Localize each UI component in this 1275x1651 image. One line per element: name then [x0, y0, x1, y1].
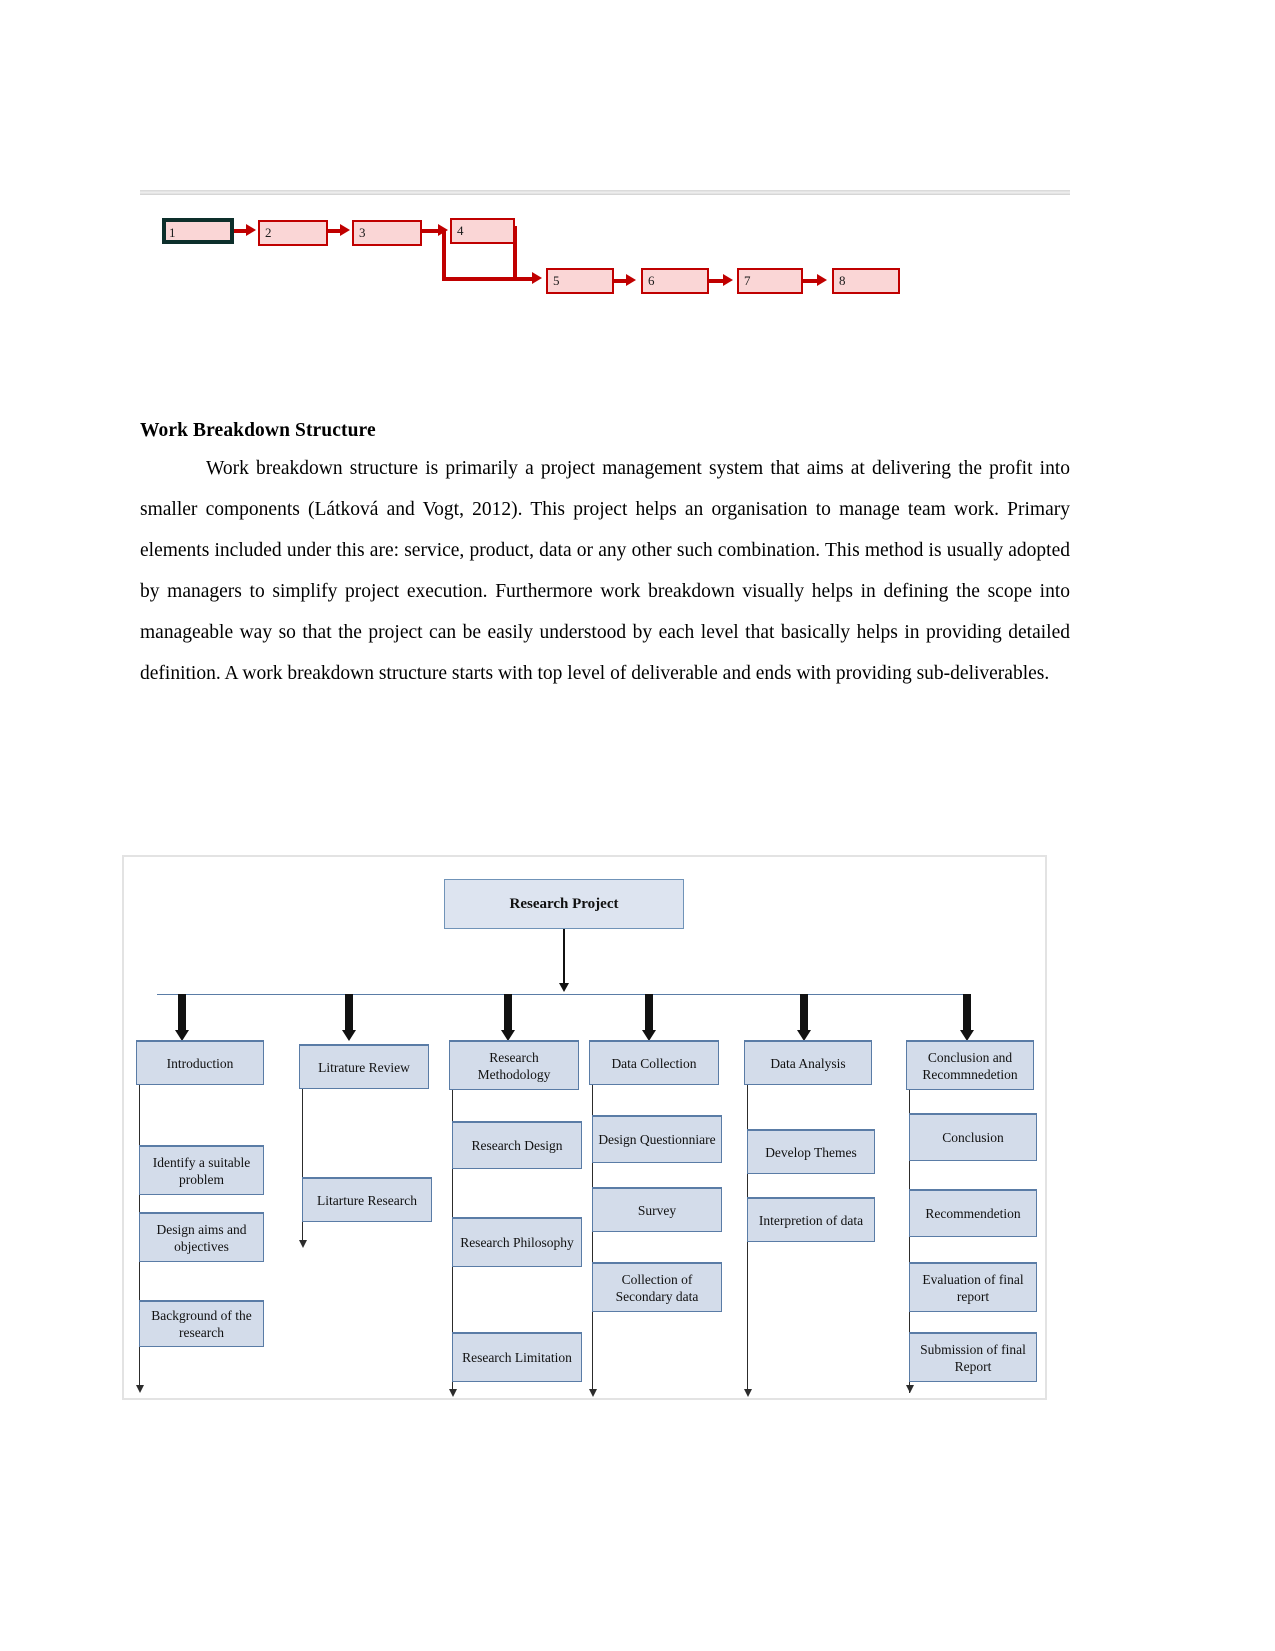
wbs-box-design-aims[interactable]: Design aims and objectives: [139, 1212, 264, 1262]
wbs-spine-litrature-review-arrowhead-icon: [299, 1240, 307, 1248]
network-node-8[interactable]: 8: [832, 268, 900, 294]
wbs-spine-data-collection-arrowhead-icon: [589, 1389, 597, 1397]
wbs-box-research-methodology-label: Research Methodology: [477, 1049, 551, 1082]
root-stem: [563, 929, 565, 985]
wbs-box-conclusion-label: Conclusion: [942, 1130, 1004, 1145]
wbs-box-research-design[interactable]: Research Design: [452, 1121, 582, 1169]
wbs-box-design-questionniare-label: Design Questionniare: [598, 1132, 716, 1147]
wbs-box-interpretion-of-data[interactable]: Interpretion of data: [747, 1197, 875, 1242]
wbs-box-data-collection[interactable]: Data Collection: [589, 1040, 719, 1085]
wbs-box-recommendetion[interactable]: Recommendetion: [909, 1189, 1037, 1237]
wbs-distribution-bus: [157, 994, 967, 995]
wbs-box-submission-final-report-label: Submission of final Report: [920, 1341, 1026, 1374]
branch-arrow-data-collection: [642, 994, 656, 1041]
wbs-box-collection-secondary-data-label: Collection of Secondary data: [615, 1271, 699, 1304]
network-node-5-label: 5: [553, 273, 560, 288]
wbs-box-conclusion-and-recommnedetion-label: Conclusion and Recommnedetion: [922, 1049, 1018, 1082]
section-paragraph: Work breakdown structure is primarily a …: [140, 458, 1070, 684]
wbs-box-identify-problem-label: Identify a suitable problem: [152, 1154, 251, 1187]
wbs-box-design-questionniare[interactable]: Design Questionniare: [592, 1115, 722, 1163]
network-node-2-label: 2: [265, 225, 272, 240]
network-node-4[interactable]: 4: [450, 218, 515, 244]
branch-arrow-introduction: [175, 994, 189, 1041]
connector-3-4: [422, 229, 438, 233]
wbs-box-research-limitation-label: Research Limitation: [462, 1350, 572, 1365]
wbs-box-data-analysis-label: Data Analysis: [770, 1055, 846, 1071]
network-node-5[interactable]: 5: [546, 268, 614, 294]
wbs-box-research-philosophy[interactable]: Research Philosophy: [452, 1217, 582, 1267]
wbs-box-evaluation-final-report[interactable]: Evaluation of final report: [909, 1262, 1037, 1312]
wbs-spine-research-methodology-arrowhead-icon: [449, 1389, 457, 1397]
wbs-box-research-methodology[interactable]: Research Methodology: [449, 1040, 579, 1090]
wbs-box-conclusion[interactable]: Conclusion: [909, 1113, 1037, 1161]
branch-arrow-litrature-review: [342, 994, 356, 1041]
wbs-box-litrature-review-label: Litrature Review: [318, 1059, 410, 1075]
network-node-1-label: 1: [169, 225, 176, 240]
arrowhead-5-6-icon: [626, 274, 636, 286]
wbs-box-survey-label: Survey: [637, 1202, 677, 1218]
wbs-box-research-philosophy-label: Research Philosophy: [460, 1235, 574, 1250]
wbs-spine-introduction-arrowhead-icon: [136, 1385, 144, 1393]
arrowhead-6-7-icon: [723, 274, 733, 286]
wbs-root-label: Research Project: [509, 895, 619, 912]
arrowhead-1-2-icon: [246, 224, 256, 236]
network-node-1[interactable]: 1: [162, 218, 234, 244]
work-breakdown-structure-chart: Research Project Introduction Identify a…: [122, 855, 1047, 1400]
network-node-4-label: 4: [457, 223, 464, 238]
wbs-box-survey[interactable]: Survey: [592, 1187, 722, 1232]
wbs-box-design-aims-label: Design aims and objectives: [156, 1221, 247, 1254]
wbs-box-litarture-research[interactable]: Litarture Research: [302, 1177, 432, 1222]
wbs-root-box[interactable]: Research Project: [444, 879, 684, 929]
wbs-box-background-research[interactable]: Background of the research: [139, 1300, 264, 1347]
branch-arrow-data-analysis: [797, 994, 811, 1041]
wbs-spine-data-analysis-arrowhead-icon: [744, 1389, 752, 1397]
network-node-7-label: 7: [744, 273, 751, 288]
network-node-3-label: 3: [359, 225, 366, 240]
connector-3-5-vertical: [442, 229, 446, 279]
wbs-box-interpretion-of-data-label: Interpretion of data: [758, 1212, 864, 1228]
network-node-6-label: 6: [648, 273, 655, 288]
wbs-box-introduction-label: Introduction: [166, 1055, 234, 1071]
wbs-box-identify-problem[interactable]: Identify a suitable problem: [139, 1145, 264, 1195]
wbs-box-background-research-label: Background of the research: [151, 1308, 252, 1340]
horizontal-rule: [140, 190, 1070, 195]
wbs-spine-conclusion-arrowhead-icon: [906, 1385, 914, 1393]
arrowhead-2-3-icon: [340, 224, 350, 236]
network-node-3[interactable]: 3: [352, 220, 422, 246]
project-network-diagram: 1 2 3 4 5 6 7 8: [140, 190, 1070, 305]
wbs-box-data-analysis[interactable]: Data Analysis: [744, 1040, 872, 1085]
wbs-box-develop-themes-label: Develop Themes: [765, 1144, 857, 1160]
wbs-box-recommendetion-label: Recommendetion: [925, 1206, 1021, 1221]
wbs-box-litarture-research-label: Litarture Research: [316, 1192, 418, 1208]
wbs-box-submission-final-report[interactable]: Submission of final Report: [909, 1332, 1037, 1382]
network-node-6[interactable]: 6: [641, 268, 709, 294]
connector-4-5-horizontal: [513, 277, 535, 281]
wbs-box-research-limitation[interactable]: Research Limitation: [452, 1332, 582, 1382]
network-node-7[interactable]: 7: [737, 268, 803, 294]
work-breakdown-structure-section: Work Breakdown Structure Work breakdown …: [140, 420, 1070, 694]
arrowhead-7-8-icon: [817, 274, 827, 286]
wbs-box-develop-themes[interactable]: Develop Themes: [747, 1129, 875, 1174]
connector-4-5-vertical: [513, 226, 517, 278]
root-stem-arrowhead-icon: [559, 983, 569, 992]
branch-arrow-research-methodology: [501, 994, 515, 1041]
wbs-box-data-collection-label: Data Collection: [611, 1055, 697, 1071]
wbs-box-evaluation-final-report-label: Evaluation of final report: [922, 1271, 1024, 1304]
wbs-box-introduction[interactable]: Introduction: [136, 1040, 264, 1085]
network-node-2[interactable]: 2: [258, 220, 328, 246]
network-node-8-label: 8: [839, 273, 846, 288]
wbs-box-collection-secondary-data[interactable]: Collection of Secondary data: [592, 1262, 722, 1312]
wbs-box-research-design-label: Research Design: [471, 1138, 563, 1153]
wbs-box-conclusion-and-recommnedetion[interactable]: Conclusion and Recommnedetion: [906, 1040, 1034, 1090]
branch-arrow-conclusion: [960, 994, 974, 1041]
section-heading: Work Breakdown Structure: [140, 420, 376, 441]
wbs-box-litrature-review[interactable]: Litrature Review: [299, 1044, 429, 1089]
